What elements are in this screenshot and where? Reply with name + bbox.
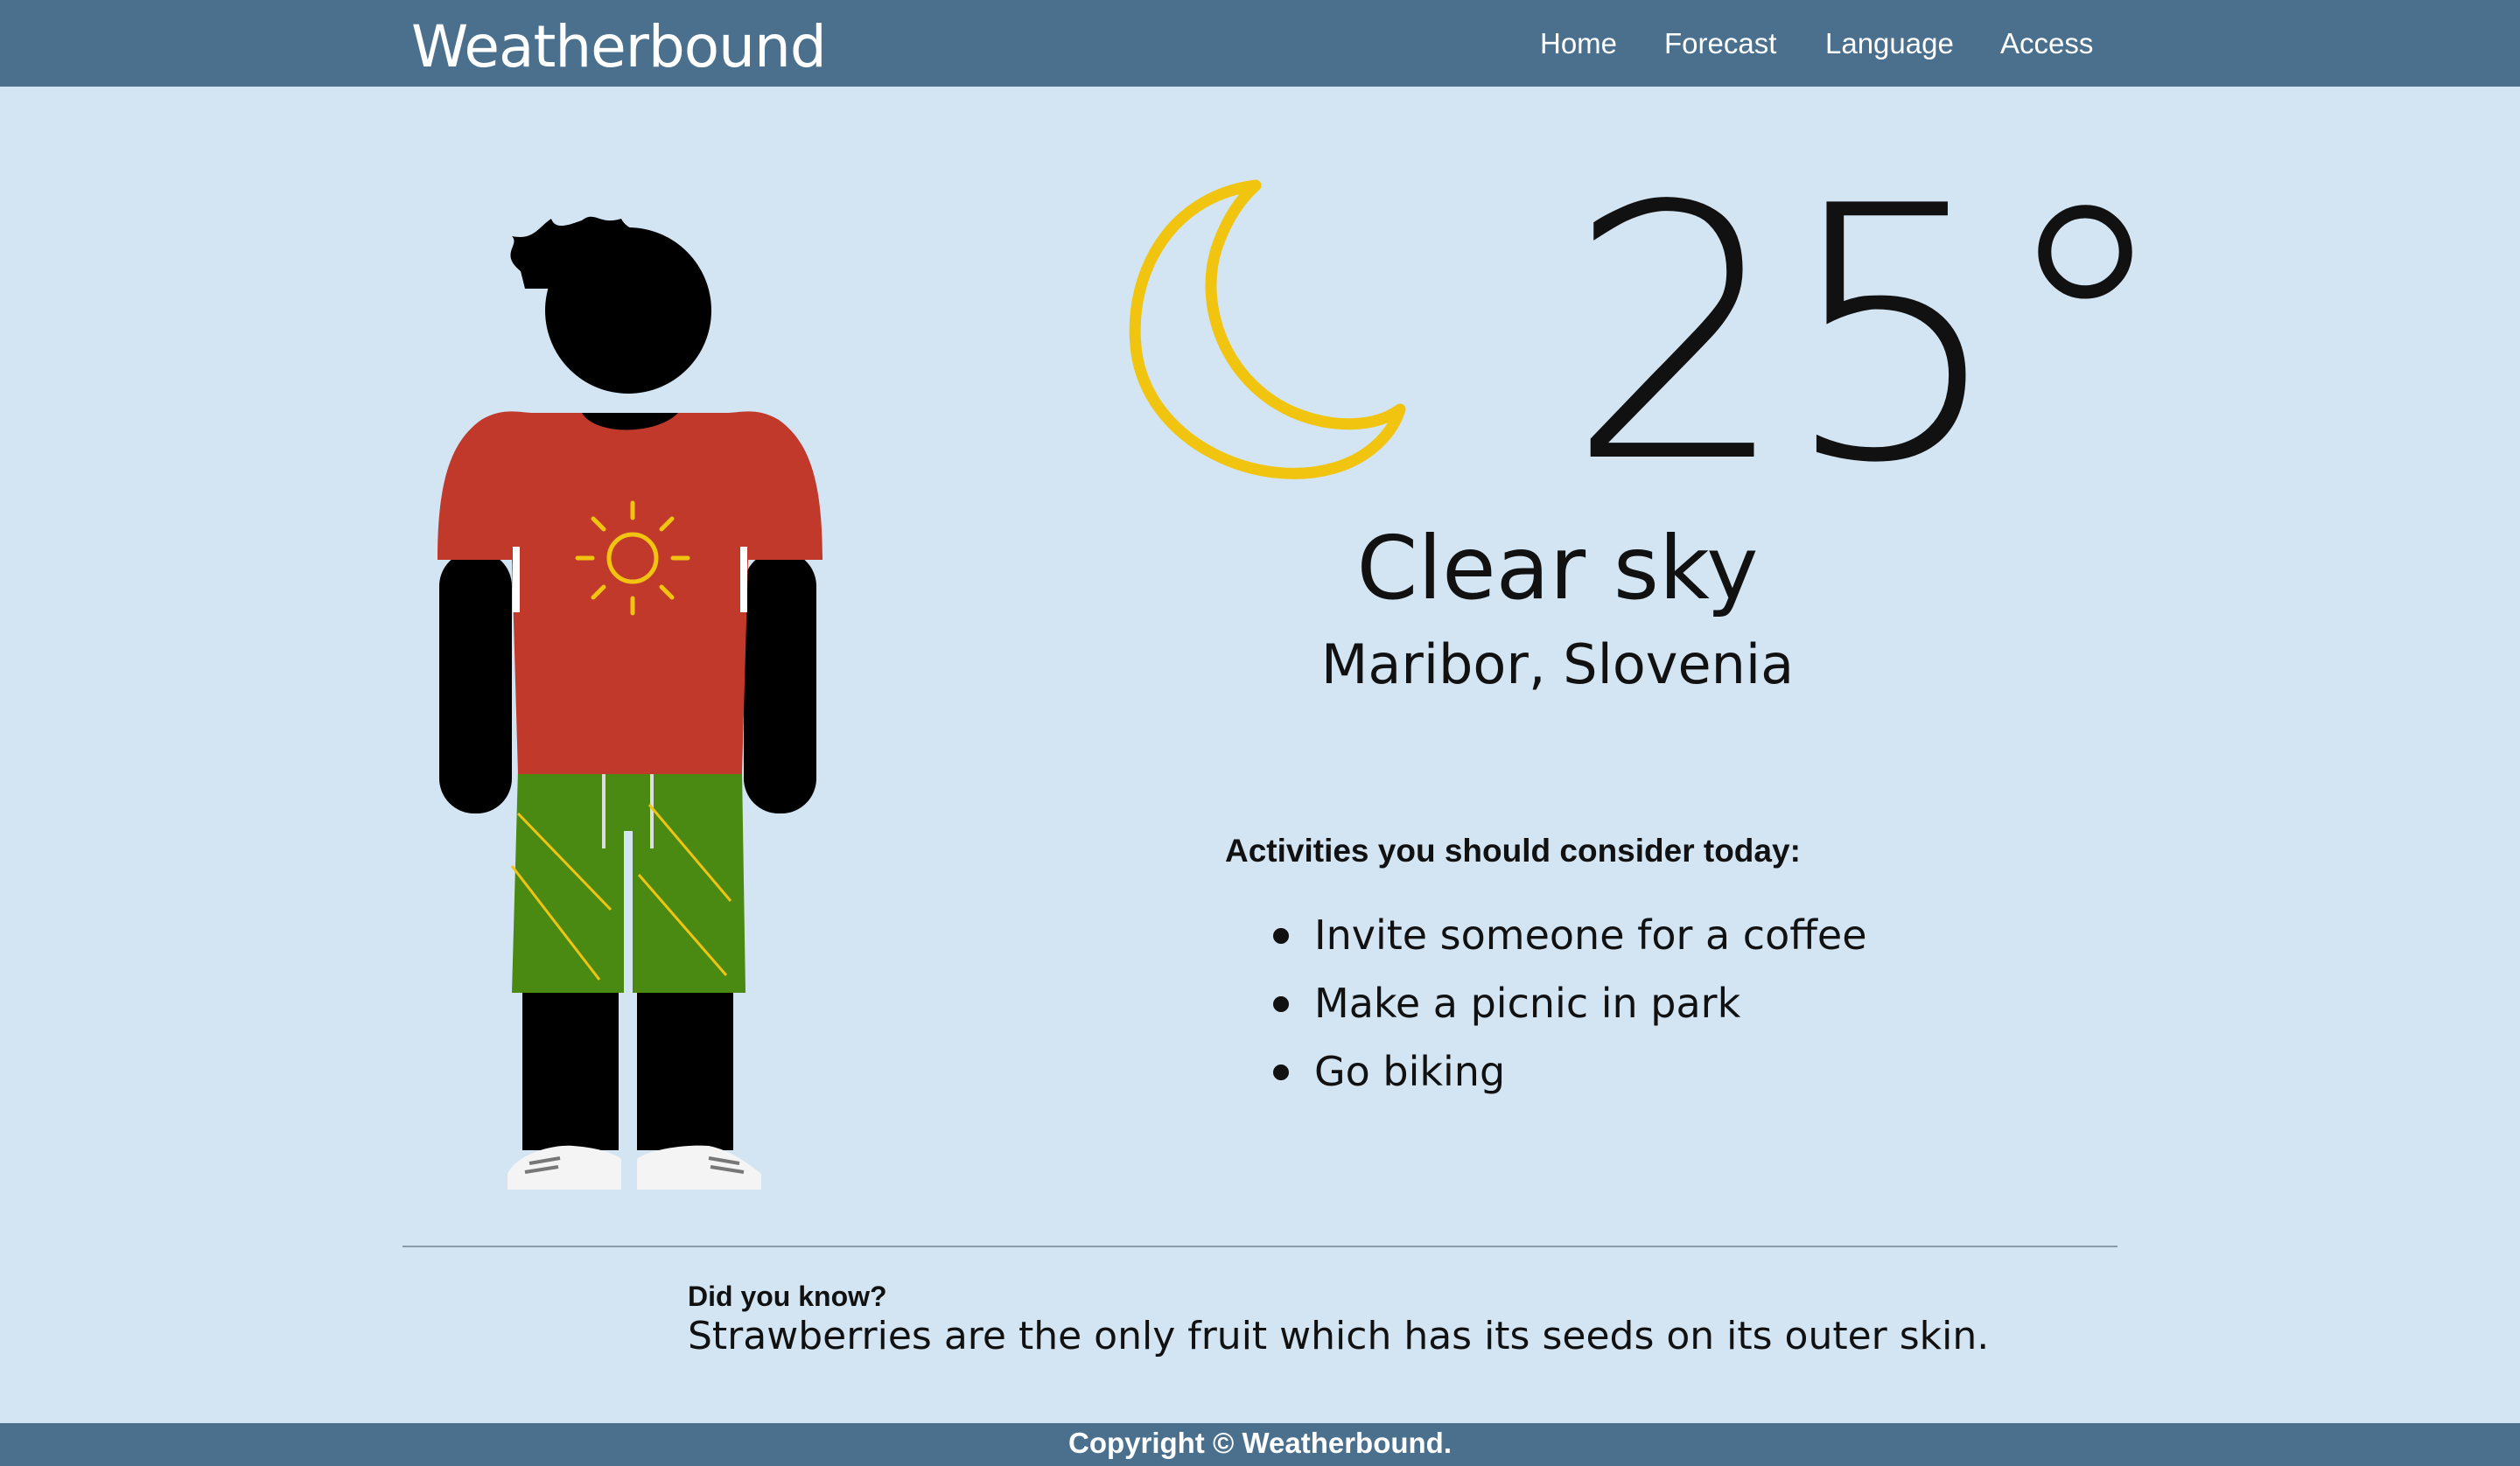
nav-language-link[interactable]: Language [1825,24,1954,63]
footer: Copyright © Weatherbound. [0,1423,2520,1466]
shoes [508,1145,761,1190]
location-label: Maribor, Slovenia [1320,632,1795,696]
nav-home-link[interactable]: Home [1540,24,1617,63]
left-leg [522,971,619,1150]
divider [402,1246,2118,1247]
list-item: Go biking [1225,1037,1867,1106]
activities-title: Activities you should consider today: [1225,833,1801,869]
weather-condition: Clear sky [1356,517,1759,619]
person-outfit-illustration [438,216,822,1190]
navbar: Weatherbound Home Forecast Language Acce… [0,0,2520,87]
right-arm [744,551,816,813]
nav-forecast-link[interactable]: Forecast [1664,24,1776,63]
nav-links: Home Forecast Language Access [0,0,2520,87]
list-item: Make a picnic in park [1225,969,1867,1037]
copyright-text: Copyright © Weatherbound. [1068,1427,1452,1459]
right-leg [637,971,733,1150]
crescent-moon-icon [1129,179,1406,479]
shorts [510,770,746,993]
nav-access-link[interactable]: Access [2000,24,2093,63]
head [545,227,711,394]
list-item: Invite someone for a coffee [1225,901,1867,969]
temperature-display: 25° [1566,133,2173,540]
activities-list: Invite someone for a coffee Make a picni… [1225,901,1867,1106]
left-arm [439,551,512,813]
did-you-know-text: Strawberries are the only fruit which ha… [688,1314,1990,1358]
